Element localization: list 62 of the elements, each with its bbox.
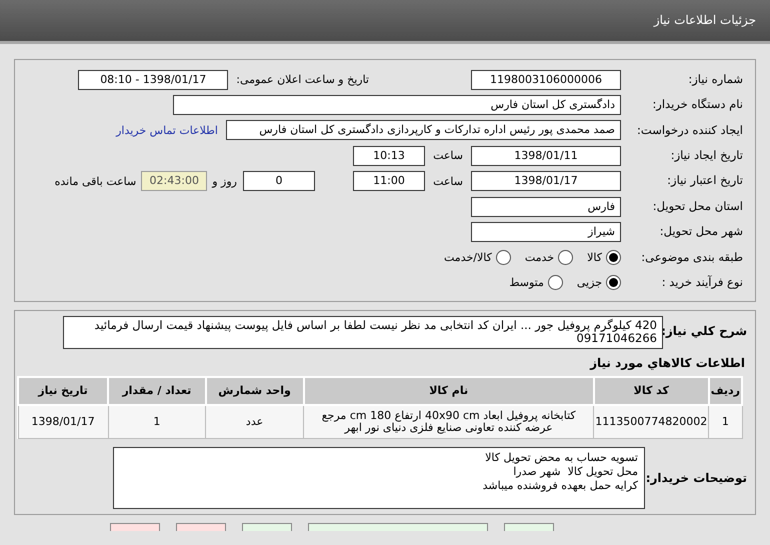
field-label: شرح کلي نياز: xyxy=(663,322,748,338)
radio-label[interactable]: متوسط xyxy=(509,276,544,290)
table-cell: 1 xyxy=(108,404,206,438)
field-label: تاریخ ایجاد نیاز: xyxy=(670,148,744,163)
field-label: تاریخ و ساعت اعلان عمومی: xyxy=(236,73,369,86)
field-label: روز و xyxy=(212,174,237,188)
field-label: شماره نیاز: xyxy=(687,72,744,87)
note-line: کرایه حمل بعهده فروشنده میباشد xyxy=(482,478,638,492)
field-label: ساعت xyxy=(432,174,463,188)
field-label: شهر محل تحویل: xyxy=(658,225,744,239)
field-label: ساعت باقی مانده xyxy=(54,174,136,188)
note-line: تسویه حساب به محض تحویل کالا xyxy=(484,451,638,465)
field-label: ایجاد کننده درخواست: xyxy=(636,124,744,138)
column-header: واحد شمارش xyxy=(206,376,304,404)
radio-button[interactable] xyxy=(606,275,621,290)
table-cell: عدد xyxy=(206,404,304,438)
value-field: شیراز xyxy=(471,222,621,242)
column-header: تعداد / مقدار xyxy=(108,376,206,404)
radio-label[interactable]: خدمت xyxy=(524,250,554,264)
table-cell: 1398/01/17 xyxy=(18,404,108,438)
action-button[interactable] xyxy=(176,523,226,531)
value-field: 02:43:00 xyxy=(141,171,208,192)
field-label: توضیحات خریدار: xyxy=(645,470,748,486)
value-field: 1398/01/17 - 08:10 xyxy=(78,70,228,90)
action-button[interactable] xyxy=(110,523,160,531)
radio-button[interactable] xyxy=(558,250,574,265)
radio-label[interactable]: کالا/خدمت xyxy=(444,250,492,264)
table-cell: 1 xyxy=(708,404,742,438)
value-field: 1398/01/17 xyxy=(471,171,621,192)
radio-label[interactable]: جزیی xyxy=(576,276,602,290)
field-label: طبقه بندی موضوعی: xyxy=(640,250,744,264)
action-button[interactable] xyxy=(242,523,292,531)
table-cell: 1113500774820002 xyxy=(594,404,709,438)
field-label: تاریخ اعتبار نیاز: xyxy=(666,174,744,188)
field-label: نام دستگاه خریدار: xyxy=(651,98,744,112)
field-label: ساعت xyxy=(432,149,463,162)
action-button[interactable] xyxy=(308,523,488,531)
section-title: اطلاعات كالاهاي مورد نياز xyxy=(588,355,746,372)
buyer-contact-link[interactable]: اطلاعات تماس خریدار xyxy=(116,124,218,138)
note-line: محل تحویل کالا شهر صدرا xyxy=(512,464,638,478)
value-field: فارس xyxy=(471,196,621,217)
column-header: نام کالا xyxy=(304,376,594,404)
radio-button[interactable] xyxy=(606,250,621,265)
value-field: 10:13 xyxy=(353,146,425,166)
column-header: ردیف xyxy=(708,376,742,404)
value-field: صمد محمدی پور رئیس اداره تدارکات و کارپردازی دادگستری کل استان فارس xyxy=(226,120,621,140)
value-field: دادگستری کل استان فارس xyxy=(173,95,621,116)
value-field: 11:00 xyxy=(353,171,425,192)
radio-button[interactable] xyxy=(548,275,563,290)
value-field: 1398/01/11 xyxy=(471,146,621,166)
summary-field: 420 کیلوگرم پروفیل جور ... ایران کد انتخابی مد نظر نیست لطفا بر اساس فایل پیوست پیشنهاد قیمت ارسال فرمائید 09171046266 xyxy=(63,316,663,350)
radio-button[interactable] xyxy=(496,250,511,265)
page-title: جزئیات اطلاعات نیاز xyxy=(654,13,756,28)
field-label: استان محل تحویل: xyxy=(652,200,744,214)
radio-label[interactable]: کالا xyxy=(587,250,602,264)
column-header: تاریخ نیاز xyxy=(18,376,108,404)
column-header: کد کالا xyxy=(594,376,709,404)
value-field: 1198003106000006 xyxy=(471,70,621,90)
field-label: نوع فرآیند خرید : xyxy=(660,276,744,290)
table-cell: کتابخانه پروفیل ابعاد 40x90 cm ارتفاع 180 cm مرجع عرضه کننده تعاونی صنایع فلزی دنیای نور ابهر xyxy=(304,404,594,438)
value-field: 0 xyxy=(243,171,315,192)
action-button[interactable] xyxy=(504,523,554,531)
